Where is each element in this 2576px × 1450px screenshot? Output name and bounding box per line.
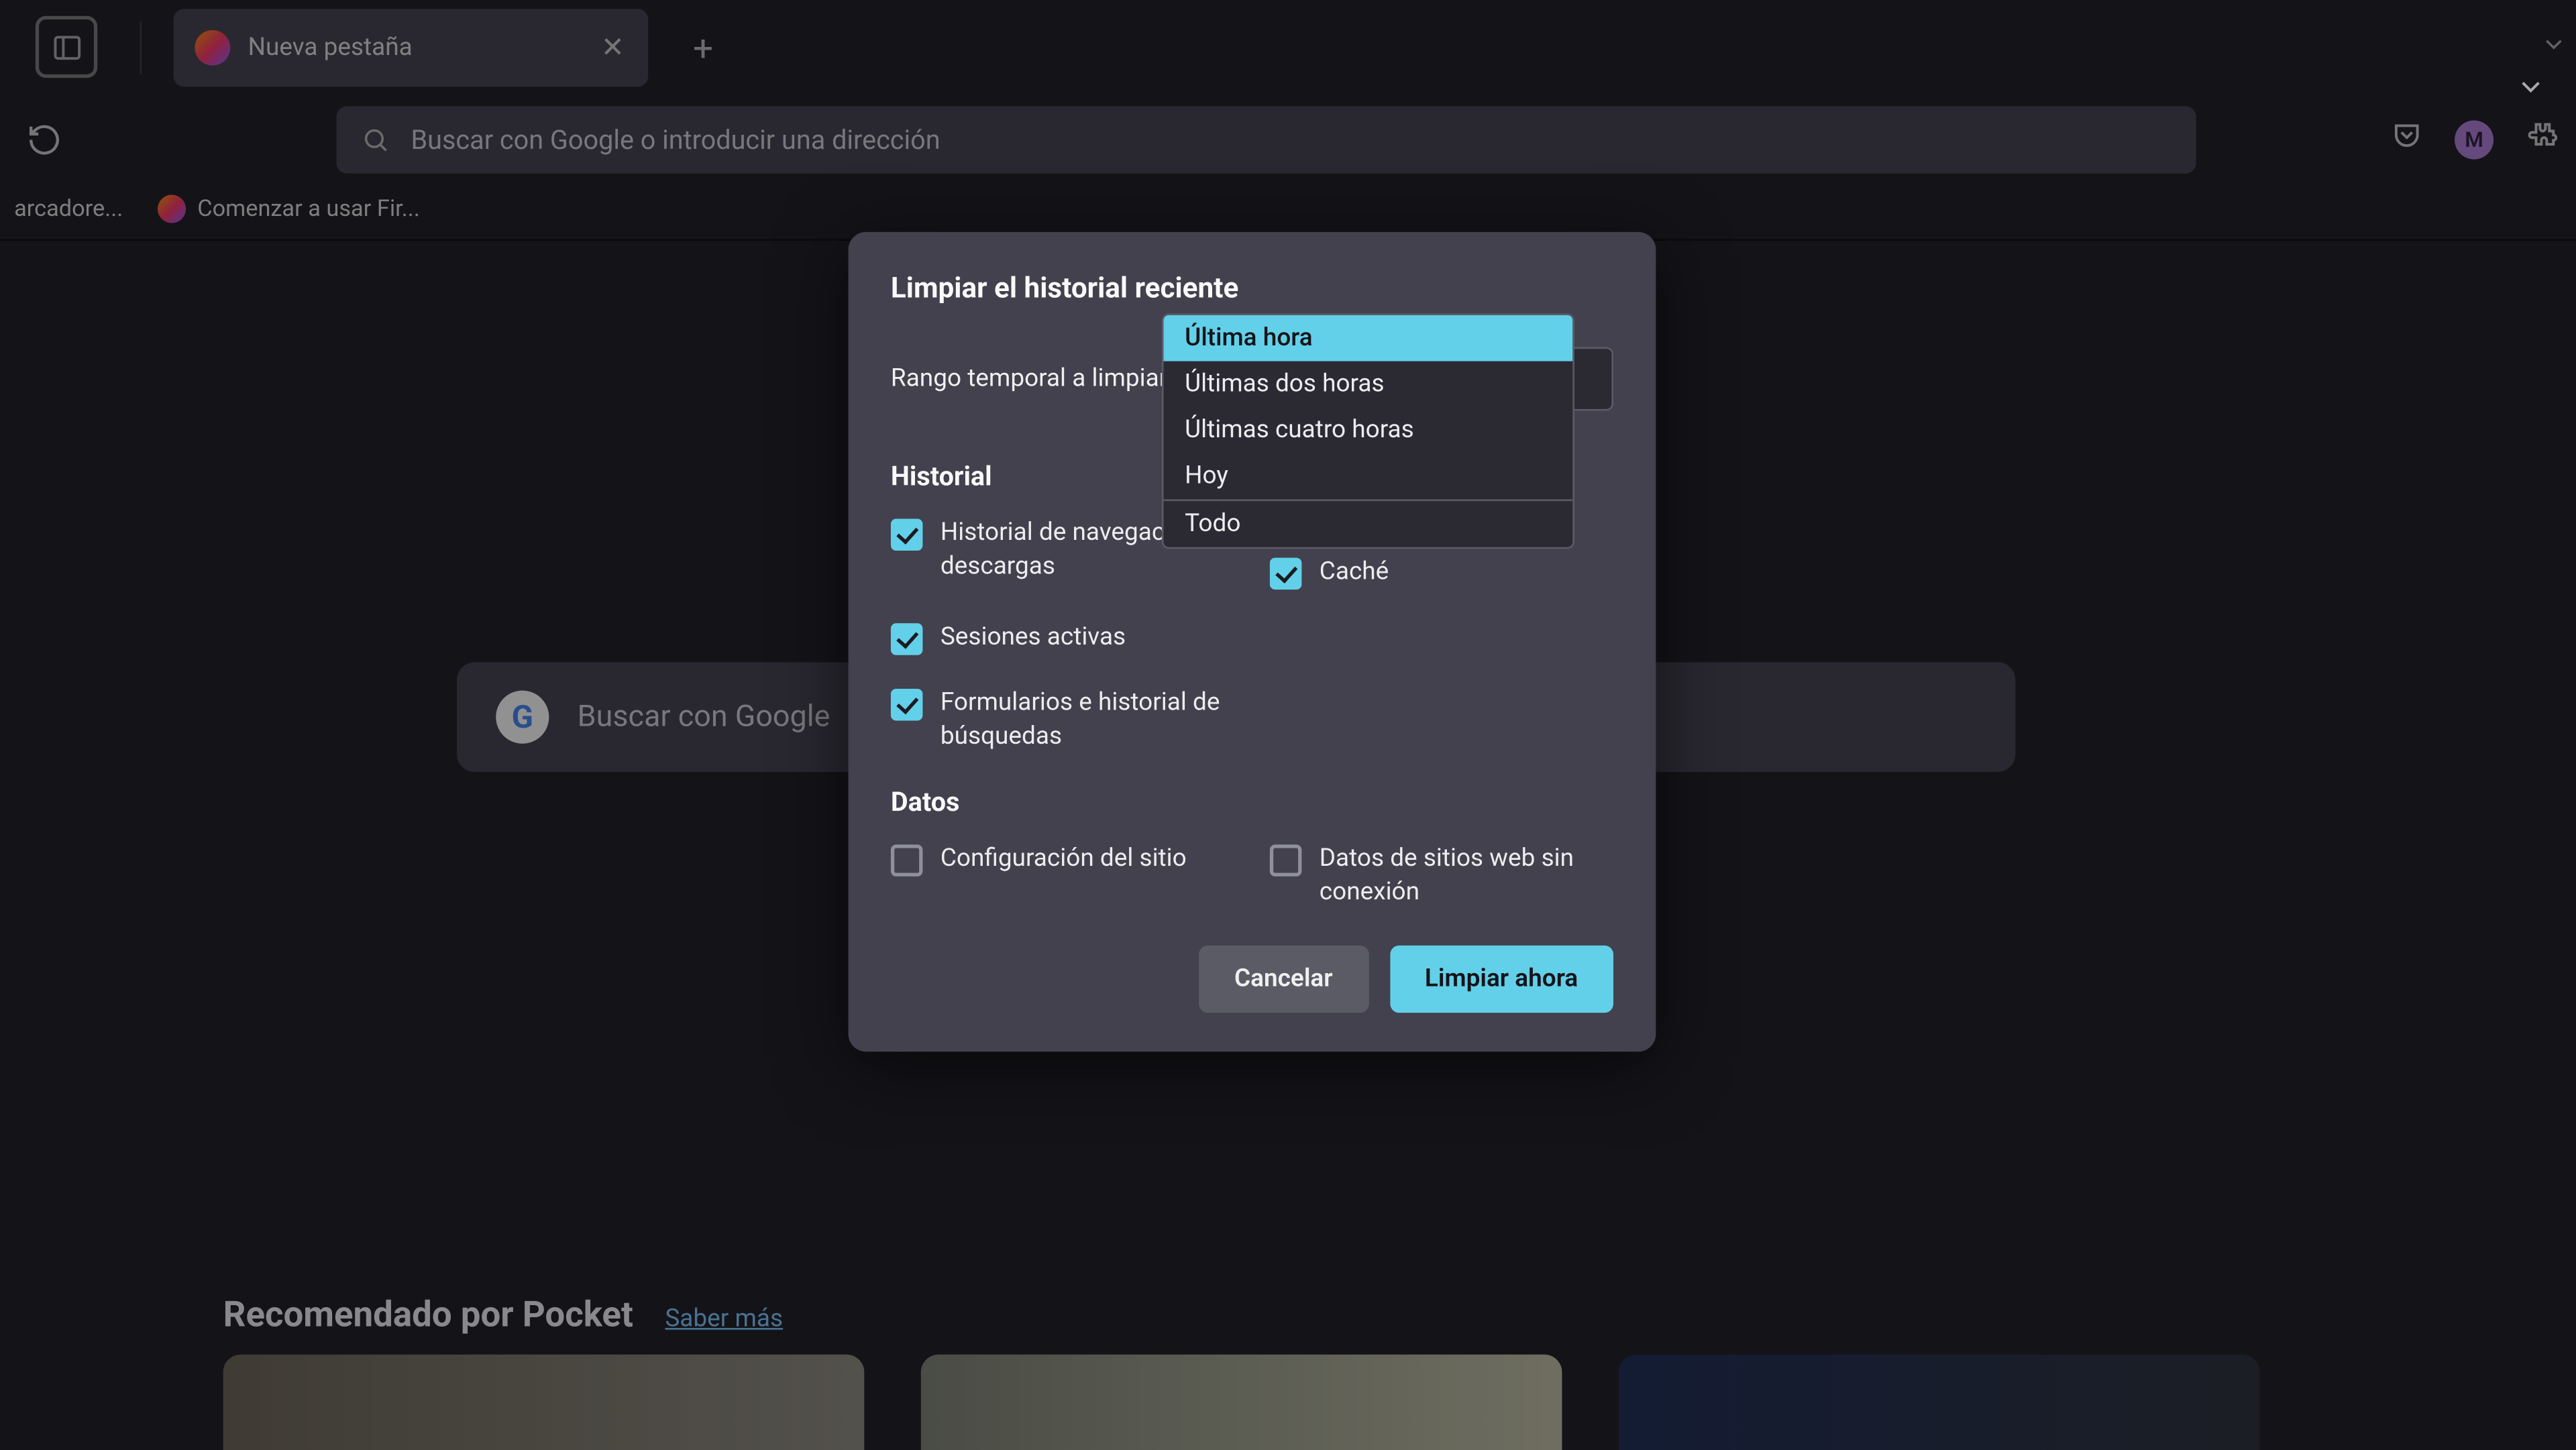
dropdown-option-today[interactable]: Hoy [1163,453,1572,500]
range-label: Rango temporal a limpiar [891,365,1167,393]
dropdown-option-all[interactable]: Todo [1163,501,1572,547]
check-label: Datos de sitios web sin conexión [1320,842,1613,909]
dropdown-option-two-hours[interactable]: Últimas dos horas [1163,361,1572,408]
clear-now-button[interactable]: Limpiar ahora [1389,945,1613,1012]
check-cache[interactable]: Caché [1270,556,1613,590]
check-forms[interactable]: Formularios e historial de búsquedas [891,687,1234,754]
check-label: Caché [1320,556,1389,590]
check-site-config[interactable]: Configuración del sitio [891,842,1234,909]
cancel-button[interactable]: Cancelar [1199,945,1368,1012]
check-offline-data[interactable]: Datos de sitios web sin conexión [1270,842,1613,909]
dialog-title: Limpiar el historial reciente [891,271,1613,304]
checkbox-icon [1270,844,1302,877]
checkbox-icon [891,623,923,655]
check-sessions[interactable]: Sesiones activas [891,622,1234,655]
check-label: Formularios e historial de búsquedas [941,687,1234,754]
dropdown-option-four-hours[interactable]: Últimas cuatro horas [1163,407,1572,453]
checkbox-icon [891,844,923,877]
check-label: Sesiones activas [941,622,1126,655]
check-label: Configuración del sitio [941,842,1187,876]
checkbox-icon [891,519,923,551]
time-range-dropdown: Última hora Últimas dos horas Últimas cu… [1162,313,1574,549]
data-section-title: Datos [891,786,1613,818]
dropdown-option-last-hour[interactable]: Última hora [1163,315,1572,361]
tabs-chevron-icon[interactable] [2515,71,2547,110]
checkbox-icon [1270,558,1302,590]
checkbox-icon [891,689,923,721]
